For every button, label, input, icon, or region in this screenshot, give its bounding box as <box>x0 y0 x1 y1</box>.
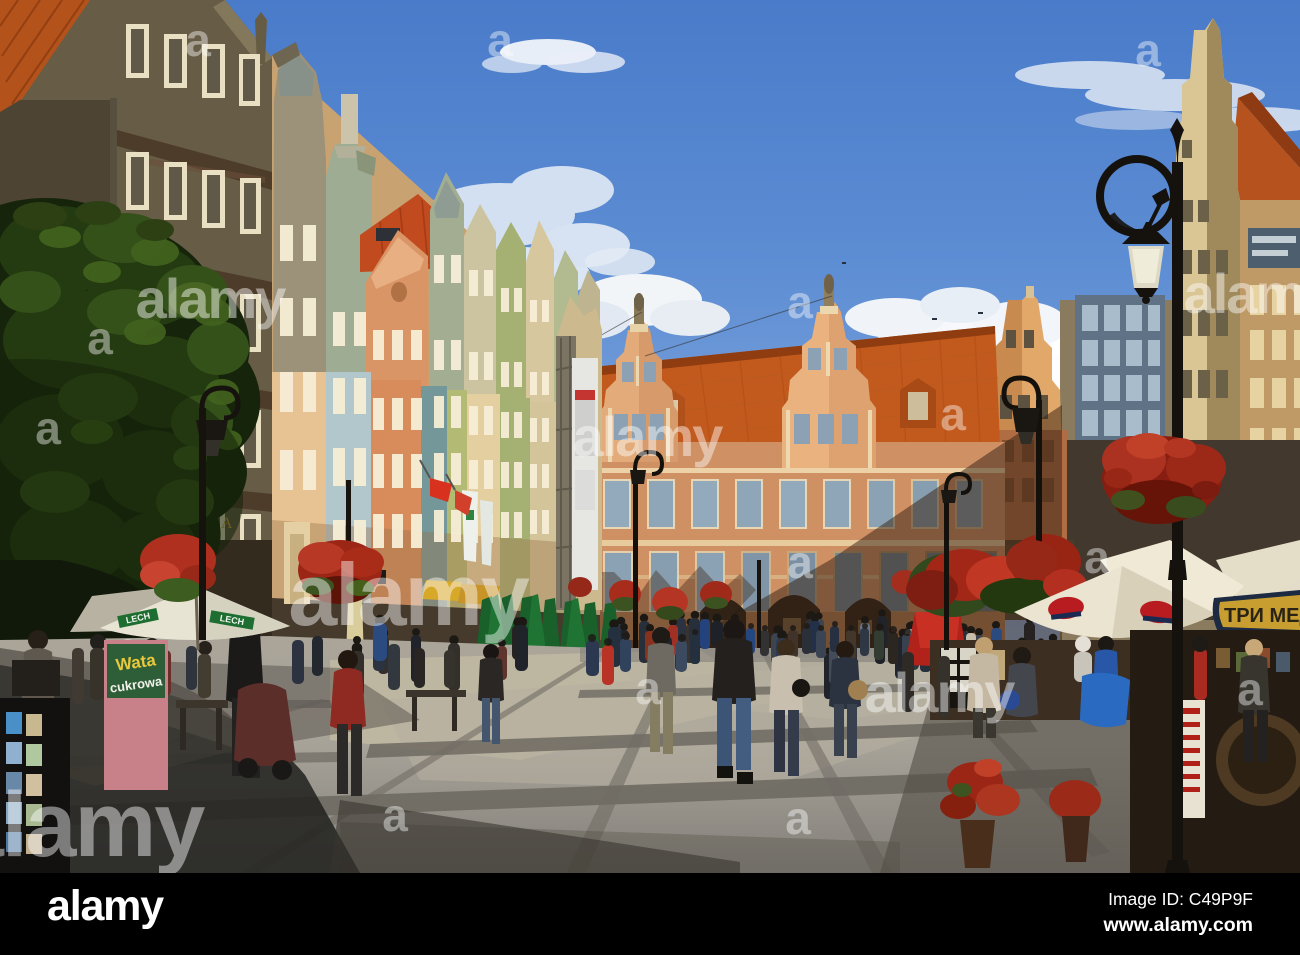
svg-text:alamy: alamy <box>0 774 205 876</box>
svg-text:a: a <box>940 388 966 440</box>
svg-text:alamy: alamy <box>865 661 1016 724</box>
svg-text:alamy: alamy <box>573 405 724 468</box>
svg-text:alamy: alamy <box>1184 262 1300 325</box>
svg-text:alamy: alamy <box>47 882 164 930</box>
svg-text:a: a <box>787 536 813 588</box>
svg-text:Image ID: C49P9F: Image ID: C49P9F <box>1108 889 1253 909</box>
svg-text:a: a <box>635 662 661 714</box>
svg-text:alamy: alamy <box>136 267 287 330</box>
svg-text:a: a <box>785 792 811 844</box>
svg-text:a: a <box>87 312 113 364</box>
svg-text:a: a <box>1237 663 1263 715</box>
svg-text:a: a <box>1084 531 1110 583</box>
svg-text:ТРИ МЕД: ТРИ МЕД <box>1224 605 1300 627</box>
svg-text:a: a <box>185 14 211 66</box>
svg-text:alamy: alamy <box>288 545 530 644</box>
svg-text:a: a <box>35 402 61 454</box>
svg-text:a: a <box>787 276 813 328</box>
svg-text:a: a <box>1135 24 1161 76</box>
svg-text:a: a <box>382 789 408 841</box>
svg-text:a: a <box>487 14 513 66</box>
svg-text:www.alamy.com: www.alamy.com <box>1102 914 1253 936</box>
